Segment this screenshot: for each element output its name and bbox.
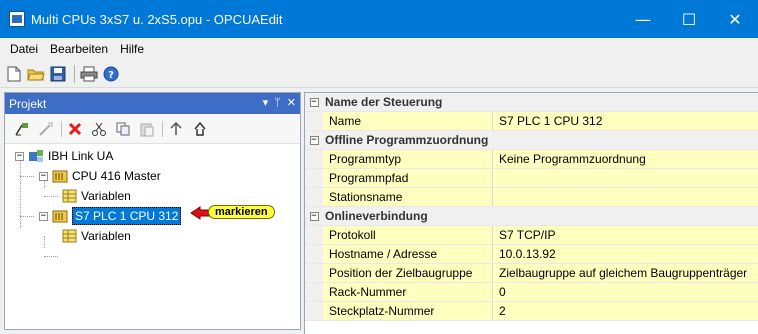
tree-node-cpu-416-master[interactable]: − CPU 416 Master bbox=[39, 166, 161, 186]
app-icon bbox=[9, 11, 25, 27]
property-name: Protokoll bbox=[323, 226, 493, 244]
property-value[interactable]: S7 TCP/IP bbox=[493, 226, 758, 244]
property-grid: − Name der Steuerung Name S7 PLC 1 CPU 3… bbox=[304, 92, 758, 334]
copy-icon[interactable] bbox=[114, 120, 132, 138]
tree-node-variablen[interactable]: Variablen bbox=[61, 226, 131, 246]
project-toolbar bbox=[5, 114, 300, 144]
menu-datei[interactable]: Datei bbox=[4, 42, 44, 56]
project-panel-title: Projekt bbox=[9, 96, 47, 111]
tree-node-label: IBH Link UA bbox=[48, 149, 114, 163]
tree-node-label: CPU 416 Master bbox=[72, 169, 161, 183]
paste-icon bbox=[138, 120, 156, 138]
menu-hilfe[interactable]: Hilfe bbox=[114, 42, 150, 56]
print-icon[interactable] bbox=[79, 64, 99, 84]
save-icon[interactable] bbox=[48, 64, 68, 84]
window-title: Multi CPUs 3xS7 u. 2xS5.opu - OPCUAEdit bbox=[31, 11, 283, 27]
tree-node-ibh-link-ua[interactable]: − IBH Link UA bbox=[15, 146, 113, 166]
property-row[interactable]: Position der Zielbaugruppe Zielbaugruppe… bbox=[305, 264, 758, 283]
tree-node-variablen[interactable]: Variablen bbox=[61, 186, 131, 206]
network-device-icon bbox=[28, 149, 44, 163]
property-name: Stationsname bbox=[323, 188, 493, 206]
category-label: Offline Programmzuordnung bbox=[323, 131, 758, 149]
property-name: Rack-Nummer bbox=[323, 283, 493, 301]
panel-pin-icon[interactable]: ᛘ bbox=[274, 96, 281, 109]
project-tree: − IBH Link UA − CPU 416 Master Variablen… bbox=[5, 144, 300, 328]
panel-dropdown-icon[interactable]: ▾ bbox=[263, 96, 269, 109]
property-row[interactable]: Hostname / Adresse 10.0.13.92 bbox=[305, 245, 758, 264]
new-file-icon[interactable] bbox=[4, 64, 24, 84]
property-value[interactable]: 2 bbox=[493, 302, 758, 320]
collapse-icon[interactable]: − bbox=[15, 151, 24, 161]
menu-bar: Datei Bearbeiten Hilfe bbox=[0, 38, 758, 60]
toolbar-separator bbox=[162, 120, 163, 137]
panel-close-icon[interactable]: ✕ bbox=[287, 96, 296, 109]
maximize-button[interactable]: ☐ bbox=[666, 0, 712, 38]
edit-icon bbox=[37, 120, 55, 138]
property-category[interactable]: − Onlineverbindung bbox=[305, 207, 758, 226]
collapse-icon[interactable]: − bbox=[309, 211, 319, 221]
property-row[interactable]: Programmtyp Keine Programmzuordnung bbox=[305, 150, 758, 169]
property-row[interactable]: Steckplatz-Nummer 2 bbox=[305, 302, 758, 321]
property-name: Position der Zielbaugruppe bbox=[323, 264, 493, 282]
collapse-icon[interactable]: − bbox=[309, 135, 319, 145]
help-icon[interactable]: ? bbox=[101, 64, 121, 84]
menu-bearbeiten[interactable]: Bearbeiten bbox=[44, 42, 114, 56]
project-panel-header: Projekt ▾ ᛘ ✕ bbox=[5, 93, 300, 114]
callout-markieren: markieren bbox=[208, 205, 275, 219]
open-folder-icon[interactable] bbox=[26, 64, 46, 84]
property-category[interactable]: − Offline Programmzuordnung bbox=[305, 131, 758, 150]
title-bar: Multi CPUs 3xS7 u. 2xS5.opu - OPCUAEdit … bbox=[0, 0, 758, 38]
property-row[interactable]: Stationsname bbox=[305, 188, 758, 207]
plc-icon bbox=[52, 169, 68, 183]
callout-arrow-icon bbox=[190, 206, 210, 220]
property-value[interactable]: S7 PLC 1 CPU 312 bbox=[493, 112, 758, 130]
property-row[interactable]: Rack-Nummer 0 bbox=[305, 283, 758, 302]
tree-node-label: Variablen bbox=[81, 189, 131, 203]
tree-node-label: Variablen bbox=[81, 229, 131, 243]
plc-icon bbox=[52, 209, 68, 223]
cut-icon[interactable] bbox=[90, 120, 108, 138]
add-node-icon[interactable] bbox=[13, 120, 31, 138]
property-value[interactable]: 0 bbox=[493, 283, 758, 301]
property-name: Hostname / Adresse bbox=[323, 245, 493, 263]
svg-text:?: ? bbox=[108, 70, 114, 81]
collapse-icon[interactable]: − bbox=[39, 171, 48, 181]
variables-icon bbox=[61, 189, 77, 203]
collapse-icon[interactable]: − bbox=[39, 211, 48, 221]
category-label: Onlineverbindung bbox=[323, 207, 758, 225]
property-row[interactable]: Name S7 PLC 1 CPU 312 bbox=[305, 112, 758, 131]
category-label: Name der Steuerung bbox=[323, 93, 758, 111]
property-name: Programmtyp bbox=[323, 150, 493, 168]
close-button[interactable]: ✕ bbox=[712, 0, 758, 38]
toolbar-separator bbox=[61, 120, 62, 137]
property-category[interactable]: − Name der Steuerung bbox=[305, 93, 758, 112]
minimize-button[interactable]: — bbox=[620, 0, 666, 38]
property-value[interactable]: Zielbaugruppe auf gleichem Baugruppenträ… bbox=[493, 264, 758, 282]
main-toolbar: ? bbox=[0, 60, 758, 88]
toolbar-separator bbox=[74, 64, 75, 83]
property-row[interactable]: Programmpfad bbox=[305, 169, 758, 188]
property-value[interactable] bbox=[493, 169, 758, 187]
property-value[interactable] bbox=[493, 188, 758, 206]
property-name: Programmpfad bbox=[323, 169, 493, 187]
property-row[interactable]: Protokoll S7 TCP/IP bbox=[305, 226, 758, 245]
property-value[interactable]: Keine Programmzuordnung bbox=[493, 150, 758, 168]
delete-icon[interactable] bbox=[66, 120, 84, 138]
tree-node-label-selected: S7 PLC 1 CPU 312 bbox=[72, 207, 182, 225]
property-name: Name bbox=[323, 112, 493, 130]
tree-node-s7-plc-1-cpu-312[interactable]: − S7 PLC 1 CPU 312 bbox=[39, 206, 182, 226]
property-name: Steckplatz-Nummer bbox=[323, 302, 493, 320]
property-value[interactable]: 10.0.13.92 bbox=[493, 245, 758, 263]
collapse-icon[interactable]: − bbox=[309, 97, 319, 107]
variables-icon bbox=[61, 229, 77, 243]
move-up-icon[interactable] bbox=[167, 120, 185, 138]
move-top-icon[interactable] bbox=[191, 120, 209, 138]
